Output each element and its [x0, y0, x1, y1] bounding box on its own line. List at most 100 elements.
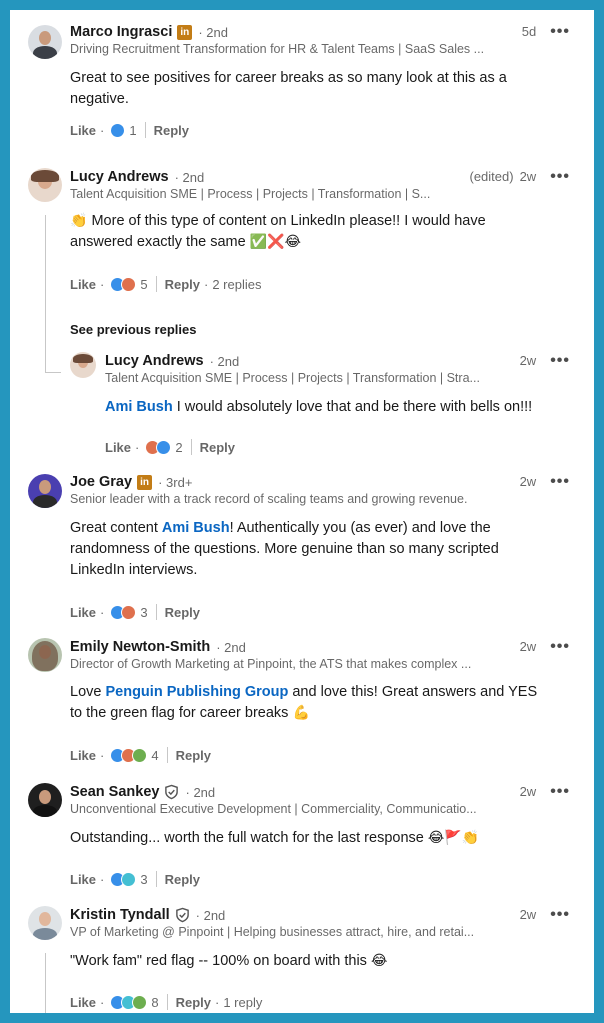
more-options-icon[interactable]: ••• [550, 352, 570, 368]
reactions-summary[interactable] [110, 122, 126, 138]
reaction-count: 3 [140, 871, 148, 887]
like-button[interactable]: Like [70, 872, 96, 887]
avatar[interactable] [28, 638, 62, 672]
reaction-count: 1 [129, 122, 137, 138]
commenter-name[interactable]: Lucy Andrews [105, 353, 204, 369]
like-button[interactable]: Like [70, 123, 96, 138]
clapping-emoji: 👏 [70, 213, 88, 229]
love-reaction-icon [121, 276, 137, 292]
connection-degree: · 2nd [174, 169, 205, 185]
timestamp: 2w [519, 353, 537, 368]
mention-link[interactable]: Ami Bush [105, 399, 173, 415]
reaction-count: 3 [140, 604, 148, 620]
reactions-summary[interactable] [110, 871, 137, 887]
like-reaction-icon [156, 439, 172, 455]
avatar[interactable] [28, 906, 62, 940]
commenter-headline: Unconventional Executive Development | C… [70, 802, 477, 816]
timestamp: 2w [519, 639, 537, 654]
more-options-icon[interactable]: ••• [550, 638, 570, 654]
linkedin-premium-icon: in [177, 24, 193, 40]
commenter-headline: Talent Acquisition SME | Process | Proje… [70, 187, 431, 201]
reaction-count: 8 [151, 994, 159, 1010]
connection-degree: · 3rd+ [158, 474, 193, 490]
commenter-headline: Director of Growth Marketing at Pinpoint… [70, 657, 472, 671]
more-options-icon[interactable]: ••• [550, 783, 570, 799]
commenter-name[interactable]: Emily Newton-Smith [70, 639, 210, 655]
reactions-summary[interactable] [110, 276, 137, 292]
timestamp: 2w [519, 169, 537, 184]
mention-link[interactable]: Ami Bush [162, 520, 230, 536]
timestamp: 2w [519, 784, 537, 799]
commenter-name[interactable]: Sean Sankey [70, 784, 159, 800]
celebrate-reaction-icon [132, 747, 148, 763]
more-options-icon[interactable]: ••• [550, 168, 570, 184]
comment-text: Ami Bush I would absolutely love that an… [105, 399, 533, 415]
more-options-icon[interactable]: ••• [550, 23, 570, 39]
reactions-summary[interactable] [145, 439, 172, 455]
timestamp: 2w [519, 474, 537, 489]
love-reaction-icon [121, 604, 137, 620]
more-options-icon[interactable]: ••• [550, 906, 570, 922]
avatar[interactable] [28, 168, 62, 202]
emoji-group: 😂🚩👏 [427, 830, 480, 846]
avatar[interactable] [28, 783, 62, 817]
commenter-name[interactable]: Kristin Tyndall [70, 907, 170, 923]
see-previous-replies-link[interactable]: See previous replies [70, 322, 196, 337]
commenter-headline: Senior leader with a track record of sca… [70, 492, 468, 506]
more-options-icon[interactable]: ••• [550, 473, 570, 489]
comment-text: Great to see positives for career breaks… [70, 70, 507, 107]
connection-degree: · 2nd [198, 24, 228, 40]
commenter-headline: VP of Marketing @ Pinpoint | Helping bus… [70, 925, 475, 939]
laughing-emoji: 😂 [370, 953, 388, 969]
reaction-count: 2 [175, 439, 183, 455]
like-reaction-icon [110, 122, 126, 138]
commenter-name[interactable]: Joe Gray [70, 474, 132, 490]
commenter-name[interactable]: Marco Ingrasci [70, 24, 172, 40]
verified-shield-icon [165, 784, 179, 800]
like-button[interactable]: Like [70, 277, 96, 292]
like-button[interactable]: Like [70, 605, 96, 620]
replies-count-link[interactable]: 2 replies [212, 277, 261, 292]
emoji-group: ✅❌😂 [249, 234, 301, 250]
reaction-count: 4 [151, 747, 159, 763]
mention-link[interactable]: Penguin Publishing Group [105, 684, 288, 700]
reactions-summary[interactable] [110, 747, 148, 763]
comment-text: Love Penguin Publishing Group and love t… [70, 684, 538, 721]
avatar[interactable] [70, 352, 96, 378]
comment-text: Outstanding... worth the full watch for … [70, 830, 480, 846]
edited-label: (edited) [469, 169, 514, 184]
timestamp: 5d [521, 24, 537, 39]
connection-degree: · 2nd [209, 353, 240, 369]
flexed-arm-emoji: 💪 [292, 705, 310, 721]
commenter-headline: Talent Acquisition SME | Process | Proje… [105, 371, 480, 385]
reply-button[interactable]: Reply [165, 605, 200, 620]
reactions-summary[interactable] [110, 604, 137, 620]
commenter-headline: Driving Recruitment Transformation for H… [70, 42, 485, 56]
avatar[interactable] [28, 474, 62, 508]
connection-degree: · 2nd [216, 639, 246, 655]
reply-button[interactable]: Reply [154, 123, 189, 138]
timestamp: 2w [519, 907, 537, 922]
comment-text: 👏 More of this type of content on Linked… [70, 213, 486, 250]
reply-button[interactable]: Reply [165, 872, 200, 887]
linkedin-premium-icon: in [137, 474, 153, 490]
reply-button[interactable]: Reply [176, 995, 211, 1010]
verified-shield-icon [175, 907, 189, 923]
funny-reaction-icon [121, 871, 137, 887]
connection-degree: · 2nd [195, 907, 226, 923]
comments-panel: Marco Ingrasci in · 2nd Driving Recruitm… [10, 10, 594, 1013]
comment-text: "Work fam" red flag -- 100% on board wit… [70, 953, 388, 969]
like-button[interactable]: Like [70, 748, 96, 763]
reply-button[interactable]: Reply [200, 440, 235, 455]
replies-count-link[interactable]: 1 reply [223, 995, 262, 1010]
reply-button[interactable]: Reply [176, 748, 211, 763]
connection-degree: · 2nd [185, 784, 216, 800]
commenter-name[interactable]: Lucy Andrews [70, 169, 169, 185]
reply-button[interactable]: Reply [165, 277, 200, 292]
like-button[interactable]: Like [70, 995, 96, 1010]
reactions-summary[interactable] [110, 994, 148, 1010]
avatar[interactable] [28, 25, 62, 59]
like-button[interactable]: Like [105, 440, 131, 455]
celebrate-reaction-icon [132, 994, 148, 1010]
reaction-count: 5 [140, 276, 148, 292]
